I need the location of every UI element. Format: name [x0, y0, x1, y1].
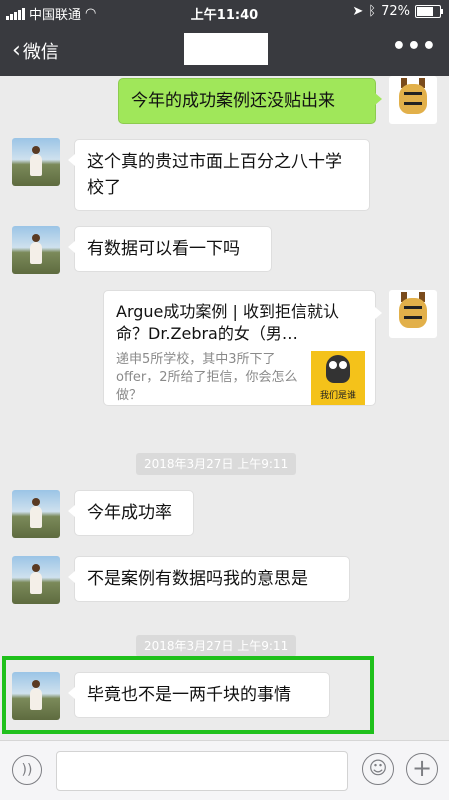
contact-avatar[interactable]: [12, 556, 60, 604]
my-avatar[interactable]: [389, 290, 437, 338]
shared-link-card[interactable]: Argue成功案例 | 收到拒信就认命？Dr.Zebra的女（男… 递申5所学校…: [103, 290, 382, 406]
timestamp-divider: 2018年3月27日 上午9:11: [136, 453, 297, 475]
bluetooth-icon: ᛒ: [368, 4, 377, 19]
back-button[interactable]: ‹ 微信: [12, 38, 59, 64]
location-icon: ➤: [352, 4, 364, 19]
back-label: 微信: [22, 42, 59, 63]
nav-bar: ‹ 微信 •••: [0, 24, 449, 76]
contact-avatar[interactable]: [12, 672, 60, 720]
owl-logo-icon: [326, 355, 350, 383]
status-bar: 中国联通 ◠ 上午11:40 ➤ ᛒ 72%: [0, 0, 449, 24]
voice-input-button[interactable]: )): [12, 755, 42, 785]
more-button[interactable]: •••: [392, 34, 437, 59]
my-avatar[interactable]: [389, 76, 437, 124]
message-input[interactable]: [56, 751, 348, 791]
more-actions-button[interactable]: +: [406, 753, 438, 785]
link-card-description: 递申5所学校，其中3所下了offer，2所给了拒信，你会怎么做？: [116, 352, 298, 403]
contact-avatar[interactable]: [12, 226, 60, 274]
chevron-left-icon: ‹: [12, 38, 21, 63]
message-bubble-incoming[interactable]: 今年成功率: [68, 490, 194, 536]
timestamp-divider: 2018年3月27日 上午9:11: [136, 635, 297, 657]
battery-icon: [415, 5, 443, 18]
input-bar: )) ☺ +: [0, 740, 449, 800]
contact-avatar[interactable]: [12, 138, 60, 186]
battery-percent: 72%: [381, 4, 410, 19]
message-bubble-incoming[interactable]: 这个真的贵过市面上百分之八十学校了: [68, 139, 370, 211]
thumbnail-logo-text: 我们是谁: [319, 391, 356, 401]
message-bubble-incoming[interactable]: 有数据可以看一下吗: [68, 226, 272, 272]
emoji-button[interactable]: ☺: [362, 753, 394, 785]
chat-area[interactable]: 今年的成功案例还没贴出来 这个真的贵过市面上百分之八十学校了 有数据可以看一下吗…: [0, 76, 449, 740]
link-card-thumbnail: 我们是谁: [311, 351, 365, 405]
chat-title-redacted: [184, 33, 268, 65]
message-bubble-outgoing[interactable]: 今年的成功案例还没贴出来: [118, 78, 382, 124]
message-bubble-incoming[interactable]: 毕竟也不是一两千块的事情: [68, 672, 330, 718]
message-bubble-incoming[interactable]: 不是案例有数据吗我的意思是: [68, 556, 350, 602]
link-card-title: Argue成功案例 | 收到拒信就认命？Dr.Zebra的女（男…: [116, 302, 339, 343]
contact-avatar[interactable]: [12, 490, 60, 538]
